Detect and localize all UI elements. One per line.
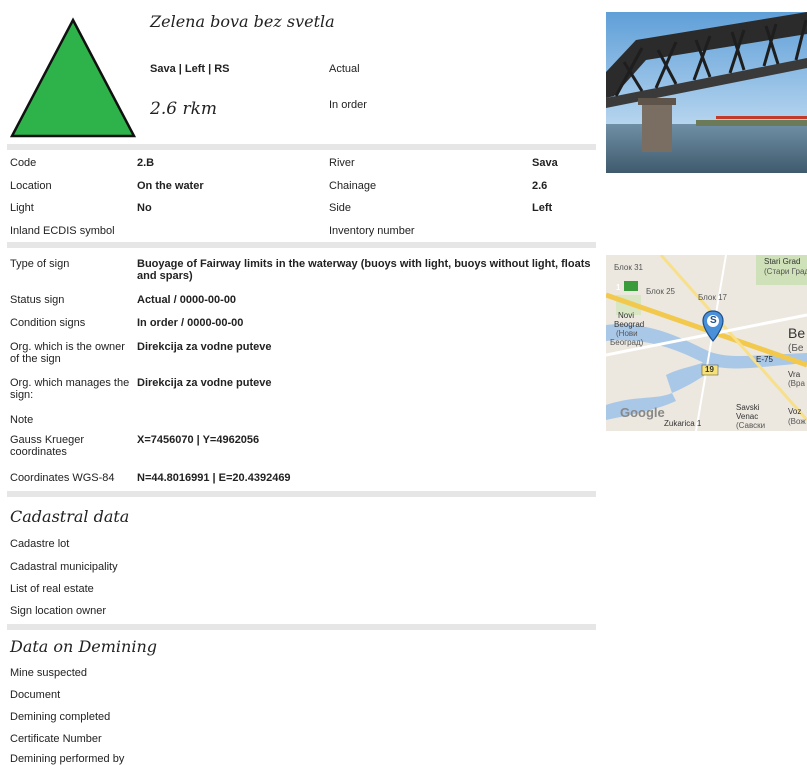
separator [7,624,596,630]
demining-item: Document [10,689,61,701]
map-label: (Стари Град) [764,267,807,276]
attribute-label: Type of sign [10,258,70,270]
detail-label: Side [329,202,352,214]
map-label: (Нови [616,329,638,338]
detail-label: River [329,157,355,169]
map-label: Београд) [610,338,644,347]
map-label: (Вра [788,379,805,388]
sign-rkm: 2.6 rkm [150,99,217,119]
map-label: (Вож [788,417,806,426]
detail-label: Chainage [329,180,377,192]
sign-photo[interactable] [606,12,807,173]
demining-item: Demining performed by [10,753,125,765]
separator [7,144,596,150]
detail-label: Inland ECDIS symbol [10,225,115,237]
map-label: Savski [736,403,760,412]
map-label: Venac [736,412,759,421]
detail-row: Light No Side Left [10,202,596,224]
attribute-label: Org. which manages the sign: [10,377,130,401]
attribute-label: Org. which is the owner of the sign [10,341,125,365]
attribute-value: N=44.8016991 | E=20.4392469 [137,472,291,484]
sign-condition: In order [329,99,367,111]
detail-label: Location [10,180,52,192]
attribute-value: Actual / 0000-00-00 [137,294,237,306]
cadastral-item: Sign location owner [10,605,107,617]
sign-location-line: Sava | Left | RS [150,63,230,75]
attribute-value: Direkcija za vodne puteve [137,377,272,389]
map-label: Vra [788,370,801,379]
sign-status: Actual [329,63,360,75]
cadastral-item: Cadastral municipality [10,561,118,573]
detail-label: Code [10,157,37,169]
detail-label: Light [10,202,34,214]
sign-title: Zelena bova bez svetla [150,12,335,31]
map-label: Novi [618,311,635,320]
detail-value: Sava [532,157,558,169]
detail-value: No [137,202,152,214]
map-marker-label: S [710,315,717,326]
map-label: Be [788,325,806,341]
google-logo: Google [620,405,665,420]
map-road-badge: 1 [616,283,621,292]
map-label: Beograd [614,320,645,329]
demining-item: Certificate Number [10,733,102,745]
attribute-value: Buoyage of Fairway limits in the waterwa… [137,258,591,282]
demining-item: Demining completed [10,711,111,723]
map-label: Voz [788,407,802,416]
detail-row: Code 2.B River Sava [10,157,596,179]
detail-value: Left [532,202,553,214]
separator [7,491,596,497]
map-label: Блок 17 [698,293,727,302]
attribute-label: Coordinates WGS-84 [10,472,115,484]
map-label: Stari Grad [764,257,801,266]
map-label: 19 [705,365,714,374]
location-map[interactable]: 1 Блок 31 Stari Grad (Стари Град) Блок 2… [606,255,807,431]
detail-row: Location On the water Chainage 2.6 [10,180,596,202]
map-label: Блок 25 [646,287,675,296]
attribute-label: Condition signs [10,317,86,329]
cadastral-title: Cadastral data [10,507,130,526]
attribute-label: Status sign [10,294,65,306]
attribute-label: Gauss Krueger coordinates [10,434,84,458]
attribute-value: In order / 0000-00-00 [137,317,244,329]
map-label: (Бе [788,343,804,354]
sign-symbol-triangle [9,17,137,138]
attribute-value: X=7456070 | Y=4962056 [137,434,260,446]
demining-title: Data on Demining [10,637,157,656]
map-label: Блок 31 [614,263,643,272]
cadastral-item: List of real estate [10,583,94,595]
detail-value: On the water [137,180,204,192]
separator [7,242,596,248]
detail-label: Inventory number [329,225,415,237]
attribute-value: Direkcija za vodne puteve [137,341,272,353]
cadastral-item: Cadastre lot [10,538,70,550]
map-label: (Савски [736,421,766,430]
map-label: E-75 [756,355,773,364]
detail-value: 2.6 [532,180,548,192]
demining-item: Mine suspected [10,667,88,679]
attribute-label: Note [10,414,34,426]
detail-value: 2.B [137,157,155,169]
map-label: Zukarica 1 [664,419,702,428]
